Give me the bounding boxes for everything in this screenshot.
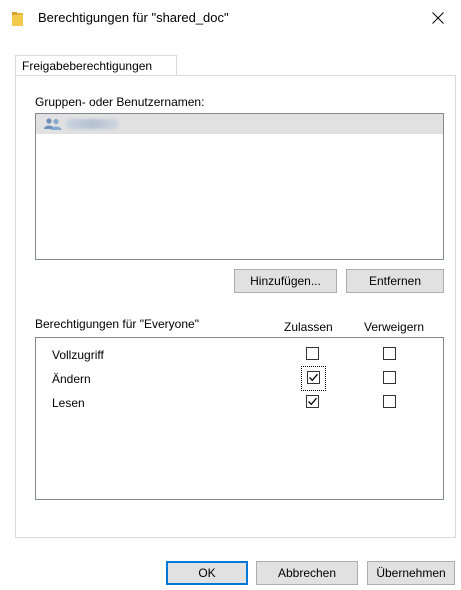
deny-column-header: Verweigern xyxy=(364,320,425,334)
permission-label-modify: Ändern xyxy=(52,372,91,386)
allow-checkbox-read[interactable] xyxy=(306,395,319,408)
permission-label-read: Lesen xyxy=(52,396,85,410)
allow-checkbox-full-control[interactable] xyxy=(306,347,319,360)
users-icon xyxy=(44,118,62,130)
cancel-button[interactable]: Abbrechen xyxy=(256,561,358,585)
tab-share-permissions[interactable]: Freigabeberechtigungen xyxy=(15,55,177,75)
add-button[interactable]: Hinzufügen... xyxy=(234,269,337,293)
apply-button[interactable]: Übernehmen xyxy=(367,561,455,585)
user-name-redacted xyxy=(66,119,119,129)
remove-button[interactable]: Entfernen xyxy=(346,269,444,293)
deny-checkbox-read[interactable] xyxy=(383,395,396,408)
ok-button[interactable]: OK xyxy=(166,561,248,585)
groups-label: Gruppen- oder Benutzernamen: xyxy=(35,95,205,109)
close-button[interactable] xyxy=(418,4,458,34)
close-icon xyxy=(432,11,444,27)
window-title: Berechtigungen für "shared_doc" xyxy=(38,10,229,25)
allow-column-header: Zulassen xyxy=(284,320,333,334)
permission-label-full-control: Vollzugriff xyxy=(52,348,104,362)
check-icon xyxy=(308,397,317,406)
allow-checkbox-modify[interactable] xyxy=(307,371,320,384)
folder-icon xyxy=(12,12,23,26)
check-icon xyxy=(309,373,318,382)
permissions-label: Berechtigungen für "Everyone" xyxy=(35,317,199,331)
deny-checkbox-modify[interactable] xyxy=(383,371,396,384)
deny-checkbox-full-control[interactable] xyxy=(383,347,396,360)
groups-listbox[interactable] xyxy=(35,113,444,260)
